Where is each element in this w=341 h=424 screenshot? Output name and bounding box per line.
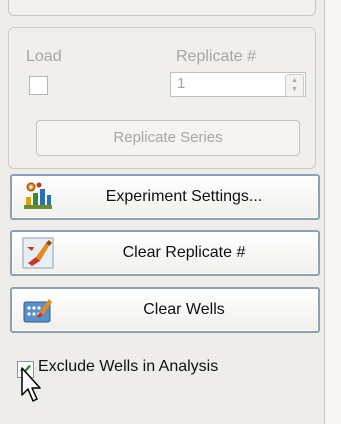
clear-wells-icon — [23, 299, 52, 323]
spin-down-icon[interactable]: ▼ — [286, 86, 303, 94]
mouse-pointer-icon — [21, 367, 41, 402]
experiment-settings-button[interactable]: Experiment Settings... — [10, 174, 320, 220]
spinner-buttons[interactable]: ▲ ▼ — [285, 74, 304, 97]
load-checkbox[interactable] — [29, 76, 48, 95]
spin-up-icon[interactable]: ▲ — [286, 77, 303, 85]
top-group-box — [8, 0, 316, 16]
clear-wells-label: Clear Wells — [143, 301, 225, 318]
replicate-value: 1 — [177, 75, 186, 92]
replicate-series-button[interactable]: Replicate Series — [36, 120, 300, 156]
experiment-settings-label: Experiment Settings... — [105, 188, 263, 205]
experiment-settings-icon — [24, 182, 52, 209]
side-panel: Load Replicate # 1 ▲ ▼ Replicate Series … — [0, 0, 341, 424]
clear-replicate-button[interactable]: Clear Replicate # — [10, 230, 320, 276]
replicate-label: Replicate # — [176, 48, 257, 65]
load-label: Load — [26, 48, 62, 65]
clear-wells-button[interactable]: Clear Wells — [10, 287, 320, 333]
replicate-spinner[interactable]: 1 ▲ ▼ — [170, 72, 306, 97]
clear-replicate-icon — [22, 237, 54, 269]
clear-replicate-label: Clear Replicate # — [122, 244, 246, 261]
exclude-wells-label: Exclude Wells in Analysis — [38, 358, 219, 375]
right-edge-strip — [324, 0, 341, 424]
